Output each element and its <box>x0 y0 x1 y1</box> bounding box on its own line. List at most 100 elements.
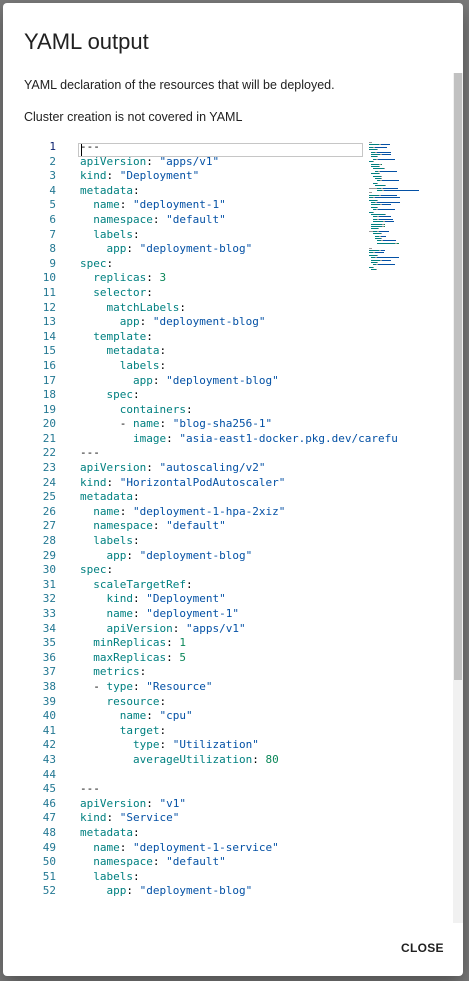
code-token: : <box>159 344 167 358</box>
scrollbar-thumb[interactable] <box>454 73 462 680</box>
line-number: 50 <box>42 855 56 869</box>
code-line: 30 spec: <box>24 563 364 578</box>
code-line: 52 app: "deployment-blog" <box>24 884 364 899</box>
code-line: 20 - name: "blog-sha256-1" <box>24 417 364 432</box>
code-token: : <box>106 563 114 577</box>
code-minimap[interactable] <box>369 142 428 277</box>
minimap-mark <box>378 209 395 211</box>
code-token: name <box>93 198 120 212</box>
code-token: kind <box>80 811 107 825</box>
code-text: containers: <box>80 403 193 418</box>
dialog-scrollbar[interactable] <box>453 73 463 923</box>
code-line: 35 minReplicas: 1 <box>24 636 364 651</box>
code-token: app <box>106 242 127 256</box>
minimap-mark <box>373 211 374 213</box>
minimap-mark <box>377 151 391 153</box>
code-token: : <box>185 577 193 591</box>
minimap-mark <box>381 250 385 251</box>
code-token: name <box>119 709 147 723</box>
dialog-note: Cluster creation is not covered in YAML <box>24 110 243 124</box>
code-token: template <box>93 329 147 343</box>
minimap-mark <box>383 187 398 189</box>
minimap-mark <box>384 190 419 191</box>
code-text: metadata: <box>80 344 167 359</box>
minimap-mark <box>385 214 386 215</box>
code-text: selector: <box>80 286 153 301</box>
line-number: 28 <box>42 534 56 548</box>
minimap-mark <box>381 235 386 237</box>
code-token: image <box>132 431 167 445</box>
code-line: 44 <box>24 768 364 783</box>
code-token: : <box>152 212 167 226</box>
code-token: "deployment-1" <box>133 198 226 212</box>
code-text: app: "deployment-blog" <box>80 315 266 330</box>
line-number: 31 <box>42 577 56 591</box>
code-token: type <box>106 679 134 693</box>
code-line: 8 app: "deployment-blog" <box>24 242 364 257</box>
minimap-mark <box>373 266 374 268</box>
code-token: matchLabels <box>106 300 180 314</box>
line-number: 11 <box>42 285 56 299</box>
code-text: kind: "Deployment" <box>80 592 226 607</box>
line-number: 38 <box>42 679 56 693</box>
code-line: 53 spec: <box>24 899 364 900</box>
code-text: metrics: <box>80 665 146 680</box>
code-line: 41 target: <box>24 724 364 739</box>
yaml-code-editor[interactable]: 1 --- 2 apiVersion: "apps/v1" 3 kind: "Deploy… <box>24 140 428 900</box>
line-number: 41 <box>42 723 56 737</box>
code-line: 28 labels: <box>24 534 364 549</box>
code-token: : <box>152 519 167 533</box>
minimap-mark <box>377 262 378 263</box>
code-text: namespace: "default" <box>80 212 226 228</box>
code-token: scaleTargetRef <box>93 577 186 591</box>
code-text: labels: <box>80 870 139 885</box>
minimap-mark <box>373 221 383 223</box>
code-token: apiVersion <box>80 796 147 810</box>
code-line: 25 metadata: <box>24 490 364 505</box>
code-token: : <box>132 825 140 839</box>
code-token: : <box>146 796 160 810</box>
code-text: metadata: <box>80 826 140 841</box>
code-token: : <box>139 665 147 679</box>
code-token: - <box>80 679 107 693</box>
code-text: kind: "Deployment" <box>80 169 199 184</box>
code-token: "Deployment" <box>146 592 226 606</box>
code-token: labels <box>119 358 160 372</box>
code-token: type <box>132 738 160 752</box>
minimap-mark <box>382 180 399 182</box>
code-text: --- <box>80 446 100 461</box>
minimap-mark <box>377 254 378 256</box>
line-number: 15 <box>42 344 56 358</box>
code-token: : <box>172 621 186 635</box>
code-text: labels: <box>80 228 139 243</box>
code-token: : <box>106 169 120 183</box>
line-number: 7 <box>49 227 56 241</box>
code-token: "autoscaling/v2" <box>159 461 266 475</box>
code-token: app <box>119 315 140 329</box>
minimap-mark <box>369 250 379 251</box>
code-token: name <box>93 840 120 854</box>
code-line: 5 name: "deployment-1" <box>24 198 364 213</box>
code-token: namespace <box>93 212 153 226</box>
current-line-highlight <box>78 143 363 157</box>
minimap-mark <box>369 247 372 249</box>
code-token: "deployment-1" <box>146 607 239 620</box>
line-number: 48 <box>42 825 56 839</box>
close-button[interactable]: CLOSE <box>395 939 450 957</box>
code-token: : <box>159 358 167 372</box>
line-number: 47 <box>42 811 56 825</box>
code-line: 19 containers: <box>24 403 364 418</box>
code-line: 22 --- <box>24 446 364 461</box>
code-token: "Resource" <box>146 679 213 693</box>
code-line: 7 labels: <box>24 228 364 243</box>
code-text: metadata: <box>80 184 140 199</box>
code-line: 36 maxReplicas: 5 <box>24 651 364 666</box>
code-lines: 1 --- 2 apiVersion: "apps/v1" 3 kind: "Deploy… <box>24 140 398 900</box>
code-token: "default" <box>166 212 226 226</box>
